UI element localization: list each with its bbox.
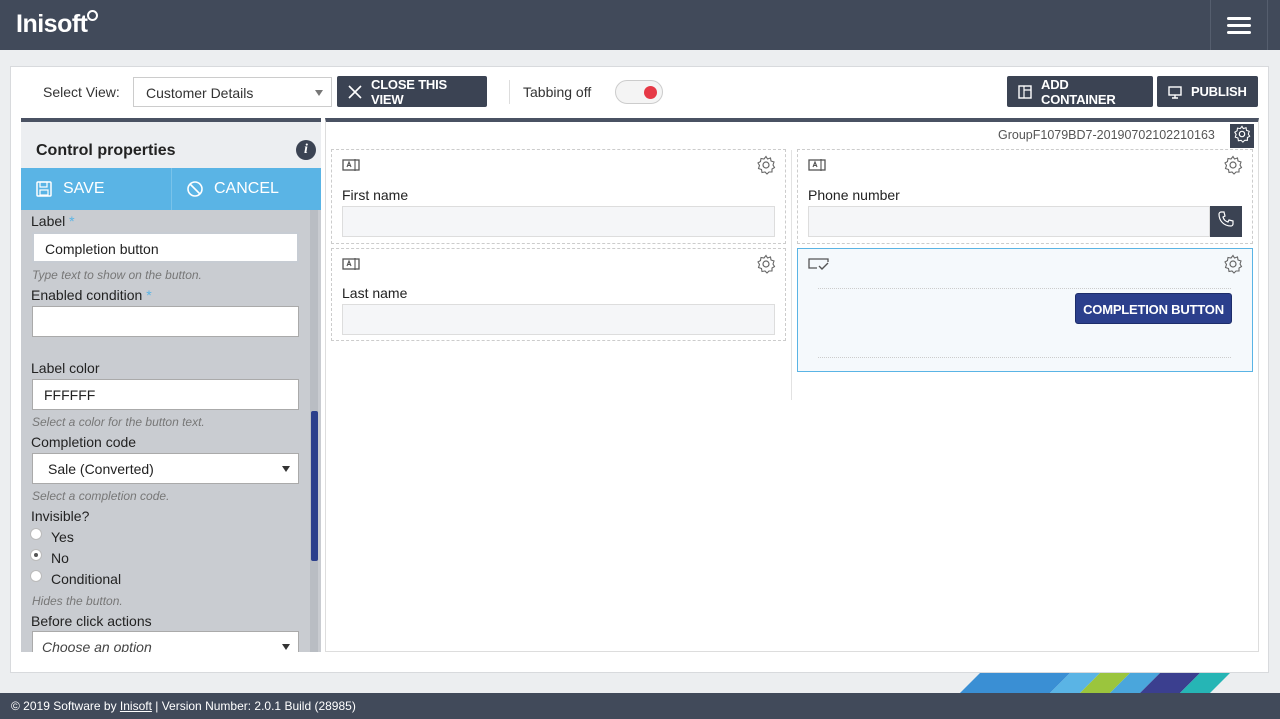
column-divider: [791, 150, 792, 400]
label-input-value: Completion button: [45, 241, 159, 257]
chevron-down-icon: [315, 90, 323, 96]
select-view-value: Customer Details: [146, 85, 254, 101]
footer-prefix: © 2019 Software by: [11, 699, 120, 713]
completion-code-help: Select a completion code.: [32, 489, 170, 503]
label-field-text: Label: [31, 213, 66, 229]
footer-link[interactable]: Inisoft: [120, 699, 152, 713]
add-container-label: ADD CONTAINER: [1041, 76, 1116, 107]
cancel-button[interactable]: CANCEL: [171, 168, 321, 210]
menu-button[interactable]: [1210, 0, 1268, 50]
tabbing-label: Tabbing off: [523, 84, 592, 100]
button-icon: [808, 257, 830, 278]
gear-icon: [1233, 124, 1251, 148]
completion-code-value: Sale (Converted): [48, 461, 154, 477]
menu-icon-bar: [1227, 23, 1251, 27]
first-name-input[interactable]: [342, 206, 775, 237]
last-name-control[interactable]: Last name: [331, 248, 786, 341]
select-view-label: Select View:: [43, 84, 120, 100]
label-field-label: Label *: [31, 213, 75, 229]
group-settings-button[interactable]: [1230, 124, 1254, 148]
label-color-input[interactable]: FFFFFF: [32, 379, 299, 410]
monitor-icon: [1167, 84, 1183, 100]
required-marker: *: [146, 287, 152, 303]
container-icon: [1017, 84, 1033, 100]
radio-no[interactable]: [30, 549, 42, 561]
close-view-label: CLOSE THIS VIEW: [371, 76, 448, 107]
save-button[interactable]: SAVE: [21, 168, 171, 210]
enabled-condition-input[interactable]: [32, 306, 299, 337]
footer-suffix: | Version Number: 2.0.1 Build (28985): [151, 699, 356, 713]
cancel-label: CANCEL: [214, 180, 279, 197]
textbox-icon: [808, 158, 828, 177]
phone-number-input[interactable]: [808, 206, 1210, 237]
label-color-help: Select a color for the button text.: [32, 415, 205, 429]
first-name-control[interactable]: First name: [331, 149, 786, 244]
footer: © 2019 Software by Inisoft | Version Num…: [0, 693, 1280, 719]
toolbar: Select View:: [22, 76, 120, 108]
chevron-down-icon: [282, 466, 290, 472]
completion-code-select[interactable]: Sale (Converted): [32, 453, 299, 484]
tabbing-toggle[interactable]: [615, 80, 663, 104]
gear-icon[interactable]: [1223, 254, 1243, 279]
menu-icon-bar: [1227, 30, 1251, 34]
textbox-icon: [342, 257, 362, 276]
toolbar-divider: [509, 80, 510, 104]
dotted-divider: [818, 288, 1231, 289]
add-container-button[interactable]: ADD CONTAINER: [1007, 76, 1153, 107]
publish-label: PUBLISH: [1191, 84, 1247, 99]
radio-conditional-label[interactable]: Conditional: [51, 571, 121, 587]
before-click-placeholder: Choose an option: [42, 639, 152, 652]
last-name-label: Last name: [342, 285, 408, 301]
panel-title: Control properties: [36, 142, 176, 159]
gear-icon[interactable]: [756, 155, 776, 180]
textbox-icon: [342, 158, 362, 177]
enabled-condition-text: Enabled condition: [31, 287, 143, 303]
enabled-condition-label: Enabled condition *: [31, 287, 152, 303]
gear-icon[interactable]: [756, 254, 776, 279]
top-bar: Inisoft: [0, 0, 1280, 50]
app-logo[interactable]: Inisoft: [16, 10, 88, 39]
radio-yes[interactable]: [30, 528, 42, 540]
before-click-label: Before click actions: [31, 613, 152, 629]
control-properties-panel: Control properties i SAVE CANCEL Label *…: [21, 118, 321, 652]
radio-no-label[interactable]: No: [51, 550, 69, 566]
required-marker: *: [69, 213, 75, 229]
label-input[interactable]: Completion button: [32, 232, 299, 263]
dotted-divider: [818, 357, 1231, 358]
gear-icon[interactable]: [1223, 155, 1243, 180]
select-view-dropdown[interactable]: Customer Details: [133, 77, 332, 107]
menu-icon: [1227, 16, 1251, 20]
phone-number-label: Phone number: [808, 187, 900, 203]
save-icon: [35, 180, 53, 198]
radio-yes-label[interactable]: Yes: [51, 529, 74, 545]
group-id: GroupF1079BD7-20190702102210163: [998, 128, 1215, 142]
last-name-input[interactable]: [342, 304, 775, 335]
chevron-down-icon: [282, 644, 290, 650]
invisible-help: Hides the button.: [32, 594, 123, 608]
before-click-select[interactable]: Choose an option: [32, 631, 299, 652]
completion-button[interactable]: COMPLETION BUTTON: [1075, 293, 1232, 324]
completion-code-label: Completion code: [31, 434, 137, 450]
invisible-label: Invisible?: [31, 508, 90, 524]
first-name-label: First name: [342, 187, 409, 203]
label-help: Type text to show on the button.: [32, 268, 202, 282]
info-icon[interactable]: i: [296, 140, 316, 160]
phone-call-button[interactable]: [1210, 206, 1242, 237]
close-icon: [347, 84, 363, 100]
toggle-knob: [644, 86, 657, 99]
panel-scrollbar-thumb[interactable]: [311, 411, 318, 561]
panel-header: Control properties i: [21, 122, 321, 168]
label-color-label: Label color: [31, 360, 100, 376]
cancel-icon: [186, 180, 204, 198]
publish-button[interactable]: PUBLISH: [1157, 76, 1258, 107]
radio-conditional[interactable]: [30, 570, 42, 582]
brand-stripes: [940, 673, 1240, 693]
close-view-button[interactable]: CLOSE THIS VIEW: [337, 76, 487, 107]
label-color-value: FFFFFF: [44, 387, 96, 403]
logo-ring-icon: [87, 10, 98, 21]
save-label: SAVE: [63, 180, 105, 197]
phone-number-control[interactable]: Phone number: [797, 149, 1253, 244]
phone-icon: [1217, 210, 1235, 233]
